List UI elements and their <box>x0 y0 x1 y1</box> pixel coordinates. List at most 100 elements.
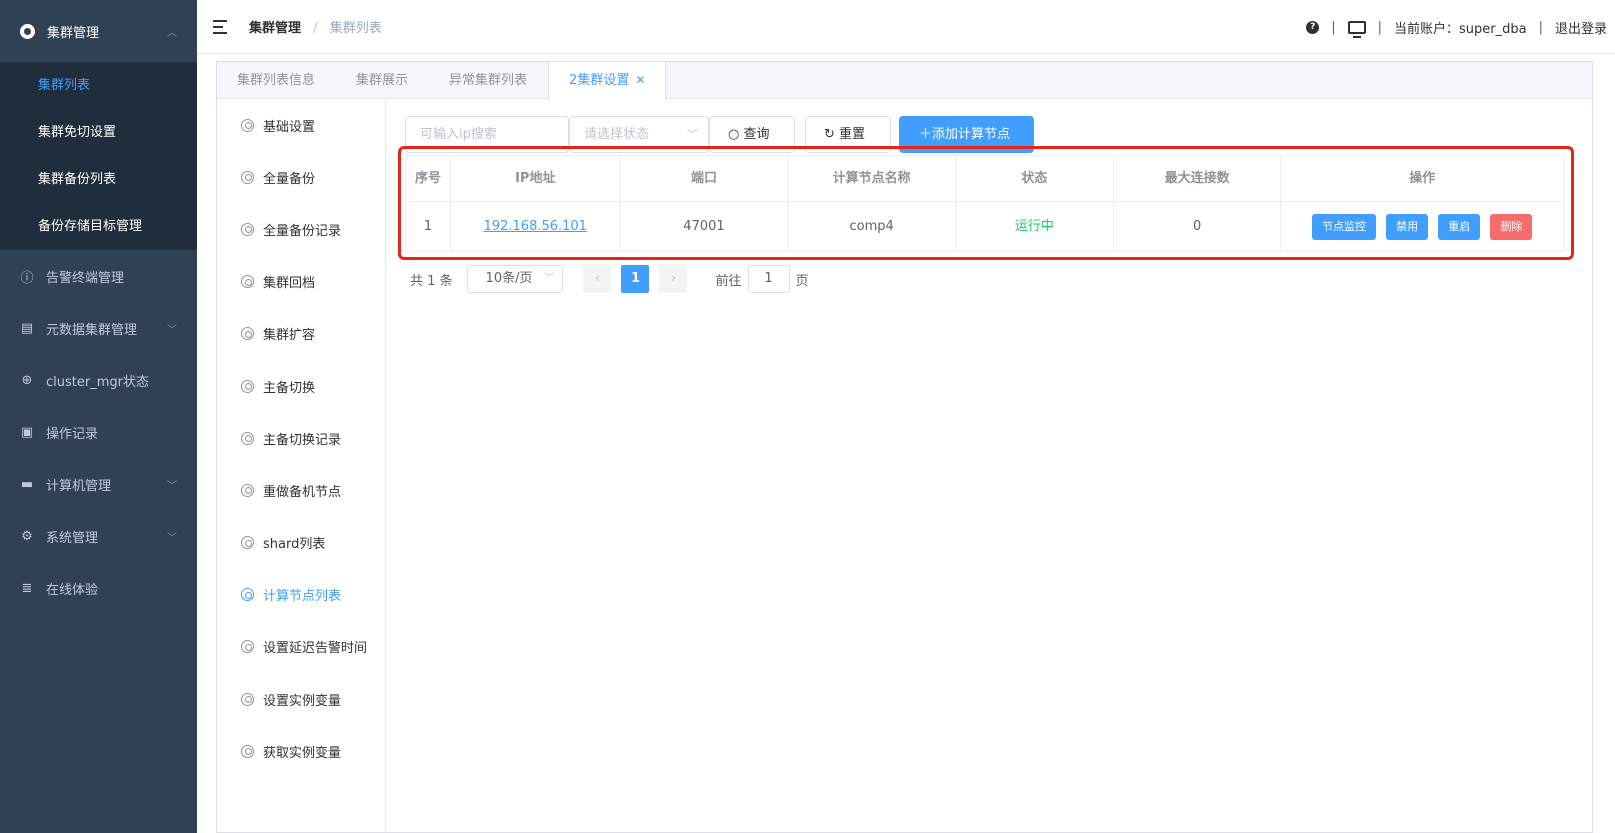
chevron-down-icon: ﹀ <box>167 481 177 492</box>
tab-label: 2集群设置 <box>569 73 630 88</box>
sidebar-submenu: 集群列表 集群免切设置 集群备份列表 备份存储目标管理 <box>0 62 197 250</box>
table-header-row: 序号 IP地址 端口 计算节点名称 状态 最大连接数 操作 <box>406 156 1563 202</box>
nav-item-label: 设置实例变量 <box>263 693 342 709</box>
settings-nav: 基础设置 全量备份 全量备份记录 集群回档 集群扩容 主备切换 主备切换记录 重… <box>217 99 386 832</box>
sidebar-item-label: 系统管理 <box>46 530 99 546</box>
node-monitor-button[interactable]: 节点监控 <box>1312 213 1377 240</box>
logout-link[interactable]: 退出登录 <box>1555 18 1607 37</box>
help-icon[interactable]: ? <box>1306 20 1320 34</box>
gear-icon: ⚙ <box>21 528 33 544</box>
nav-item-label: 计算节点列表 <box>263 589 342 605</box>
monitor-icon: ▬ <box>20 476 34 492</box>
alert-circle-icon: ⓘ <box>20 270 34 286</box>
cell-index: 1 <box>406 202 451 251</box>
status-select-placeholder: 请选择状态 <box>584 127 650 142</box>
nav-item-get-instance-vars[interactable]: 获取实例变量 <box>217 725 385 777</box>
sidebar-item-alert-terminal[interactable]: ⓘ 告警终端管理 <box>0 250 197 302</box>
crosshair-icon: ⊕ <box>21 372 33 388</box>
nav-item-redo-standby[interactable]: 重做备机节点 <box>217 464 385 516</box>
search-icon: ○ <box>728 127 744 142</box>
toolbar: 可输入ip搜索 请选择状态 ﹀ ○ 查询 ↻ 重置 ＋添加计算节点 <box>405 116 1034 153</box>
nav-item-label: 设置延迟告警时间 <box>263 641 368 657</box>
next-page-button[interactable]: › <box>659 265 688 293</box>
page-number-current[interactable]: 1 <box>621 265 650 293</box>
sidebar-item-label: 计算机管理 <box>46 478 112 494</box>
nav-item-switchover-record[interactable]: 主备切换记录 <box>217 412 385 464</box>
page-size-select[interactable]: 10条/页 ﹀ <box>466 265 564 293</box>
database-icon: ≣ <box>21 580 33 596</box>
gear-icon <box>241 275 254 289</box>
nav-item-switchover[interactable]: 主备切换 <box>217 360 385 412</box>
query-label: 查询 <box>743 127 770 142</box>
delete-button[interactable]: 删除 <box>1490 213 1533 240</box>
pagination: 共 1 条 10条/页 ﹀ ‹ 1 › 前往 1 页 <box>410 265 809 293</box>
column-header-ip: IP地址 <box>450 156 621 202</box>
divider: | <box>1538 19 1543 35</box>
gear-icon <box>241 170 254 184</box>
reset-button[interactable]: ↻ 重置 <box>805 116 891 153</box>
cell-status: 运行中 <box>956 202 1114 251</box>
tab-cluster-settings[interactable]: 2集群设置 ✕ <box>548 62 667 100</box>
reset-label: 重置 <box>839 127 866 142</box>
sidebar-menu-cluster-management[interactable]: 集群管理 ︿ <box>0 0 197 62</box>
ip-link[interactable]: 192.168.56.101 <box>484 219 587 234</box>
sidebar-item-cluster-no-switch[interactable]: 集群免切设置 <box>0 109 197 156</box>
column-header-operations: 操作 <box>1281 156 1563 202</box>
sidebar-item-operation-log[interactable]: ▣ 操作记录 <box>0 406 197 458</box>
document-edit-icon: ▣ <box>20 424 34 440</box>
nav-item-delay-alarm[interactable]: 设置延迟告警时间 <box>217 621 385 673</box>
cell-max-connections: 0 <box>1114 202 1282 251</box>
sidebar-item-metadata-cluster[interactable]: ▤ 元数据集群管理 ﹀ <box>0 302 197 354</box>
nav-item-set-instance-vars[interactable]: 设置实例变量 <box>217 673 385 725</box>
monitor-icon[interactable] <box>1347 20 1366 38</box>
prev-page-button[interactable]: ‹ <box>583 265 612 293</box>
page-suffix: 页 <box>795 273 809 289</box>
chevron-up-icon: ︿ <box>167 28 177 39</box>
cell-port: 47001 <box>621 202 789 251</box>
top-header: 集群管理 / 集群列表 ? | | 当前账户：super_dba | 退出登录 <box>197 0 1615 54</box>
restart-button[interactable]: 重启 <box>1438 213 1481 240</box>
chevron-down-icon: ﹀ <box>167 533 177 544</box>
status-select[interactable]: 请选择状态 ﹀ <box>569 116 709 153</box>
ip-search-input[interactable]: 可输入ip搜索 <box>405 116 569 153</box>
cluster-icon <box>20 23 35 39</box>
breadcrumb-item-cluster-management[interactable]: 集群管理 <box>249 21 301 36</box>
gear-icon <box>241 222 254 236</box>
column-header-index: 序号 <box>406 156 451 202</box>
nav-item-compute-node-list[interactable]: 计算节点列表 <box>217 569 385 621</box>
sidebar-item-cluster-mgr-status[interactable]: ⊕ cluster_mgr状态 <box>0 354 197 406</box>
divider: | <box>1331 19 1336 35</box>
chevron-down-icon: ﹀ <box>167 325 177 336</box>
nav-item-label: 重做备机节点 <box>263 484 342 500</box>
refresh-icon: ↻ <box>824 127 840 142</box>
nav-item-cluster-expansion[interactable]: 集群扩容 <box>217 308 385 360</box>
add-compute-node-button[interactable]: ＋添加计算节点 <box>899 116 1034 153</box>
tab-abnormal-cluster-list[interactable]: 异常集群列表 <box>429 62 548 99</box>
query-button[interactable]: ○ 查询 <box>709 116 795 153</box>
tab-cluster-display[interactable]: 集群展示 <box>336 62 429 99</box>
sidebar-item-label: 元数据集群管理 <box>46 322 138 338</box>
nav-item-basic-settings[interactable]: 基础设置 <box>217 99 385 151</box>
hamburger-icon[interactable] <box>213 19 229 34</box>
column-header-port: 端口 <box>620 156 789 202</box>
sidebar-item-computer-management[interactable]: ▬ 计算机管理 ﹀ <box>0 458 197 510</box>
disable-button[interactable]: 禁用 <box>1386 213 1429 240</box>
sidebar-item-system-management[interactable]: ⚙ 系统管理 ﹀ <box>0 510 197 562</box>
tab-cluster-list-info[interactable]: 集群列表信息 <box>217 62 336 99</box>
chevron-down-icon: ﹀ <box>687 128 698 141</box>
sidebar-item-backup-storage[interactable]: 备份存储目标管理 <box>0 203 197 250</box>
sidebar-item-label: 告警终端管理 <box>46 270 125 286</box>
nav-item-full-backup[interactable]: 全量备份 <box>217 151 385 203</box>
nav-item-cluster-rollback[interactable]: 集群回档 <box>217 256 385 308</box>
goto-page-input[interactable]: 1 <box>747 265 790 293</box>
nav-item-full-backup-record[interactable]: 全量备份记录 <box>217 203 385 255</box>
sidebar-item-cluster-list[interactable]: 集群列表 <box>0 62 197 109</box>
nav-item-label: shard列表 <box>263 537 326 553</box>
sidebar-item-cluster-backup-list[interactable]: 集群备份列表 <box>0 156 197 203</box>
nav-item-shard-list[interactable]: shard列表 <box>217 517 385 569</box>
sidebar-item-online-trial[interactable]: ≣ 在线体验 <box>0 562 197 614</box>
close-icon[interactable]: ✕ <box>635 73 645 87</box>
sidebar-item-label: cluster_mgr状态 <box>46 374 149 390</box>
sidebar-item-label: 在线体验 <box>46 582 99 598</box>
gear-icon <box>241 640 254 654</box>
